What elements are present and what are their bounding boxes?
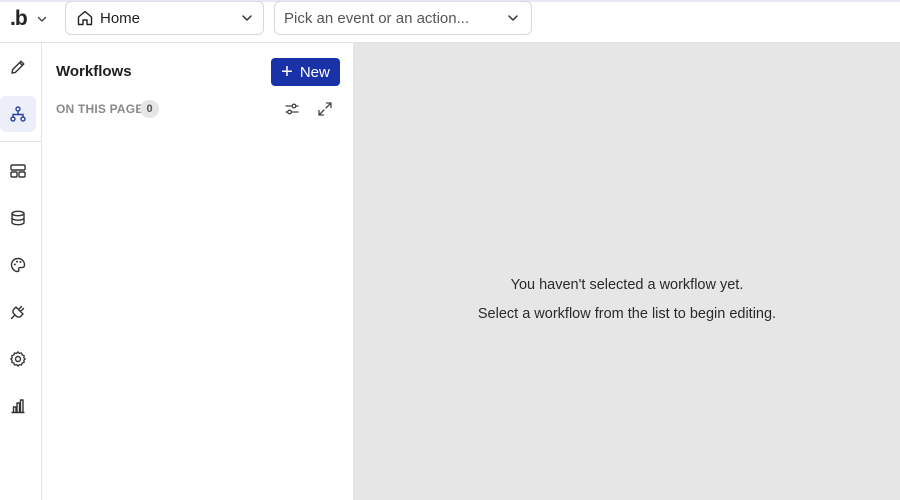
workflow-icon: [10, 106, 26, 122]
workflow-count-badge: 0: [140, 100, 159, 118]
gear-icon: [10, 351, 26, 367]
panel-title: Workflows: [56, 63, 132, 80]
section-label: ON THIS PAGE: [56, 102, 144, 116]
page-selector-value: Home: [100, 9, 141, 27]
app-logo: .b: [10, 7, 28, 30]
empty-state-hint: Select a workflow from the list to begin…: [477, 306, 777, 322]
expand-button[interactable]: [315, 99, 335, 119]
chevron-down-icon: [242, 15, 252, 21]
left-rail: [0, 43, 42, 500]
pencil-icon: [11, 60, 25, 74]
plus-icon: +: [281, 61, 293, 83]
rail-divider: [0, 141, 41, 142]
new-workflow-button[interactable]: + New: [271, 58, 340, 86]
rail-item-data-layout[interactable]: [0, 153, 36, 189]
workflow-canvas: You haven't selected a workflow yet. Sel…: [354, 43, 900, 500]
filter-button[interactable]: [282, 99, 302, 119]
chevron-down-icon: [508, 15, 518, 21]
rail-item-workflow[interactable]: [0, 96, 36, 132]
rail-item-plugins[interactable]: [0, 294, 36, 330]
rail-item-settings[interactable]: [0, 341, 36, 377]
page-selector[interactable]: Home: [65, 1, 264, 35]
database-icon: [11, 210, 25, 226]
plug-icon: [10, 305, 25, 320]
app-menu-button[interactable]: .b: [4, 4, 52, 34]
workflows-panel: Workflows + New ON THIS PAGE 0: [42, 43, 354, 500]
rail-item-data[interactable]: [0, 200, 36, 236]
top-bar: .b Home Pick an event or an action...: [0, 0, 900, 43]
palette-icon: [10, 257, 26, 273]
new-button-label: New: [299, 63, 330, 81]
event-selector-placeholder: Pick an event or an action...: [284, 9, 470, 27]
rail-item-design[interactable]: [0, 49, 36, 85]
layout-icon: [10, 164, 26, 178]
rail-item-styles[interactable]: [0, 247, 36, 283]
event-action-selector[interactable]: Pick an event or an action...: [274, 1, 532, 35]
home-icon: [77, 10, 93, 26]
sliders-icon: [285, 103, 299, 115]
chart-icon: [11, 399, 25, 414]
empty-state-title: You haven't selected a workflow yet.: [510, 277, 744, 293]
expand-icon: [318, 102, 332, 116]
chevron-down-icon: [37, 16, 46, 22]
rail-item-logs[interactable]: [0, 388, 36, 424]
